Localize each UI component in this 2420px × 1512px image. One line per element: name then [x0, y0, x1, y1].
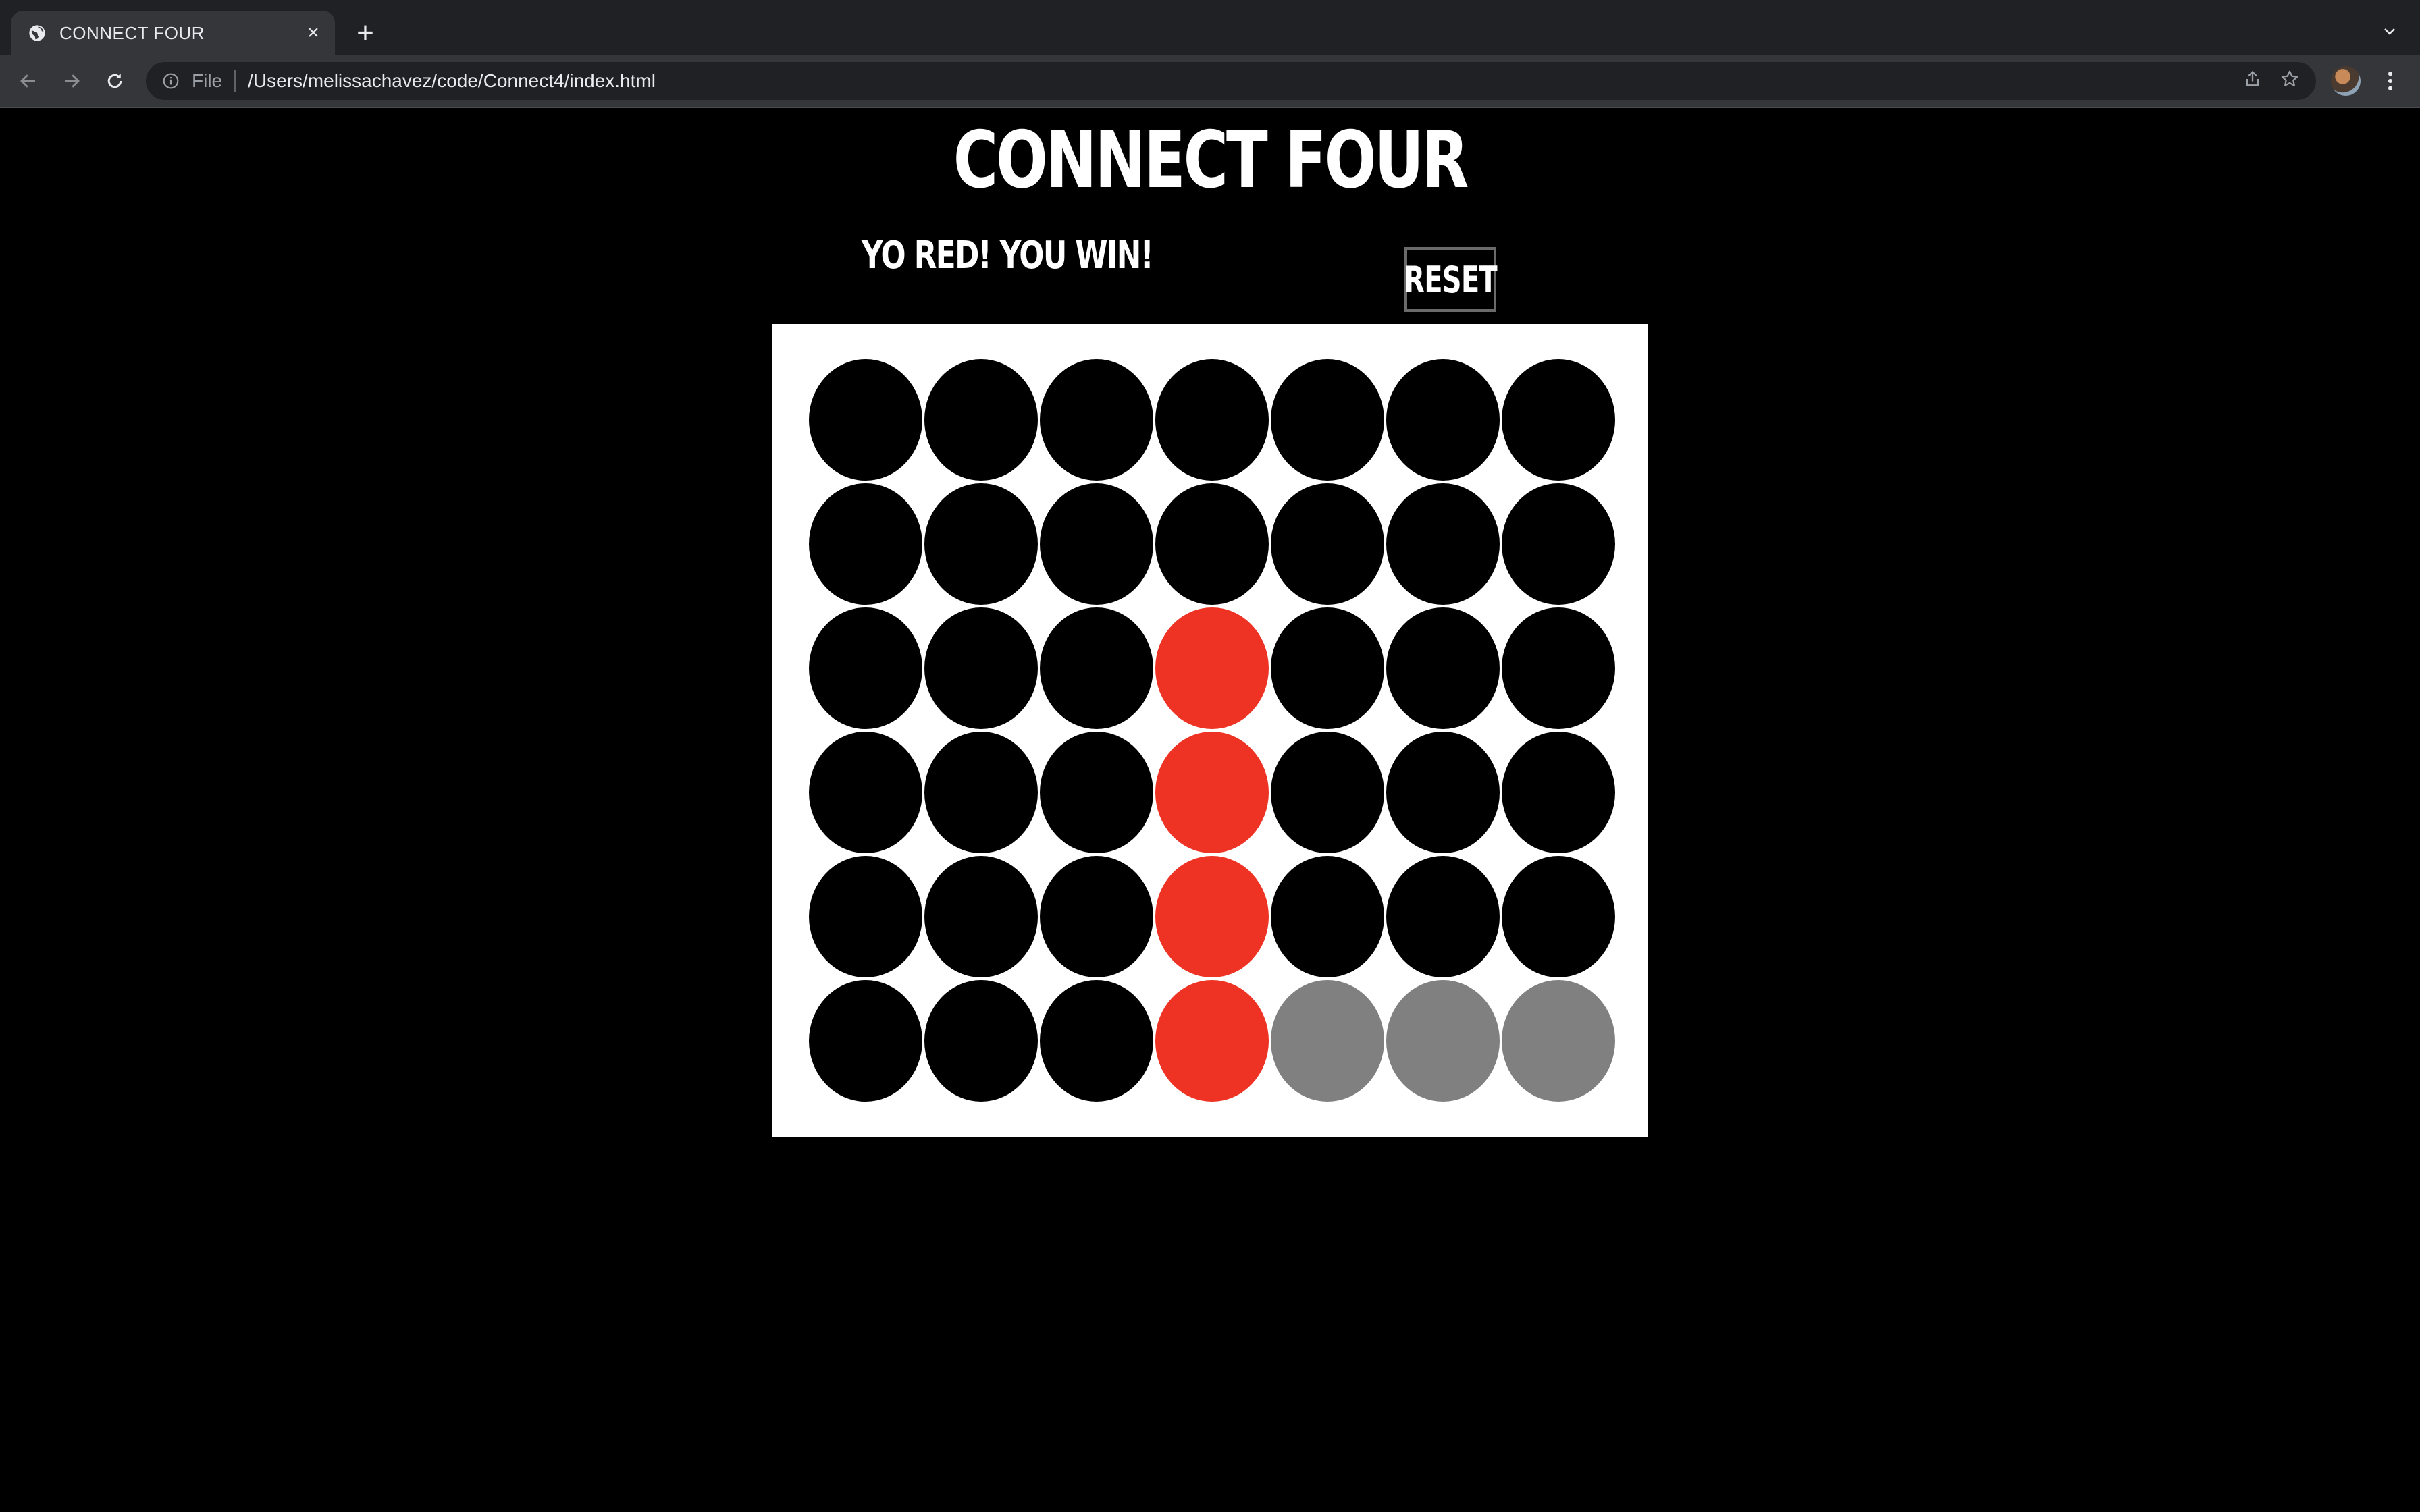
board-cell-empty[interactable] [1501, 359, 1615, 481]
profile-avatar[interactable] [2331, 66, 2361, 96]
address-url[interactable]: /Users/melissachavez/code/Connect4/index… [248, 70, 656, 92]
board-cell-empty[interactable] [1039, 359, 1153, 481]
close-icon[interactable]: × [300, 20, 327, 47]
board-cell-empty[interactable] [1039, 980, 1153, 1102]
back-arrow-icon[interactable] [16, 69, 41, 93]
board-cell-empty[interactable] [924, 856, 1038, 977]
info-icon[interactable] [161, 71, 181, 91]
forward-arrow-icon[interactable] [59, 69, 84, 93]
board-cell-red[interactable] [1155, 980, 1269, 1102]
board-cell-empty[interactable] [924, 732, 1038, 853]
board-cell-empty[interactable] [924, 608, 1038, 729]
board-cell-empty[interactable] [808, 732, 922, 853]
board-cell-gray[interactable] [1270, 980, 1384, 1102]
board-cell-empty[interactable] [924, 980, 1038, 1102]
board-cell-empty[interactable] [808, 359, 922, 481]
board-cell-gray[interactable] [1386, 980, 1500, 1102]
page-title: CONNECT FOUR [953, 115, 1469, 206]
board-cell-empty[interactable] [1501, 856, 1615, 977]
board-cell-empty[interactable] [924, 359, 1038, 481]
board-cell-empty[interactable] [1270, 483, 1384, 605]
address-bar[interactable]: File /Users/melissachavez/code/Connect4/… [146, 62, 2316, 100]
board-cell-empty[interactable] [1039, 608, 1153, 729]
board-cell-empty[interactable] [1270, 359, 1384, 481]
board-cell-empty[interactable] [1270, 608, 1384, 729]
status-message: YO RED! YOU WIN! [862, 234, 1154, 277]
new-tab-button[interactable]: + [351, 18, 379, 48]
board-cell-red[interactable] [1155, 608, 1269, 729]
share-icon[interactable] [2243, 70, 2262, 93]
board-cell-empty[interactable] [1501, 608, 1615, 729]
globe-icon [27, 23, 47, 43]
board-cell-red[interactable] [1155, 732, 1269, 853]
board-cell-empty[interactable] [808, 608, 922, 729]
board-cell-empty[interactable] [1039, 483, 1153, 605]
board-cell-empty[interactable] [1270, 856, 1384, 977]
board-cell-empty[interactable] [1155, 483, 1269, 605]
star-icon[interactable] [2280, 69, 2300, 94]
page-content: CONNECT FOUR YO RED! YOU WIN! RESET [0, 108, 2420, 1512]
board-cell-empty[interactable] [1386, 608, 1500, 729]
reload-icon[interactable] [103, 69, 127, 93]
browser-tab[interactable]: CONNECT FOUR × [11, 11, 335, 55]
board-cell-empty[interactable] [1501, 732, 1615, 853]
board-cell-empty[interactable] [808, 483, 922, 605]
board-cell-empty[interactable] [1039, 732, 1153, 853]
browser-toolbar: File /Users/melissachavez/code/Connect4/… [0, 55, 2420, 108]
address-divider [234, 70, 236, 92]
board-cell-gray[interactable] [1501, 980, 1615, 1102]
chevron-down-icon[interactable] [2378, 20, 2401, 43]
kebab-menu-icon[interactable] [2378, 68, 2402, 94]
game-board [772, 324, 1648, 1137]
address-scheme: File [192, 70, 223, 91]
board-cell-empty[interactable] [1386, 359, 1500, 481]
board-cell-empty[interactable] [1386, 483, 1500, 605]
board-cell-empty[interactable] [1386, 732, 1500, 853]
board-cell-red[interactable] [1155, 856, 1269, 977]
tab-title: CONNECT FOUR [59, 22, 205, 43]
board-cell-empty[interactable] [1270, 732, 1384, 853]
board-cell-empty[interactable] [808, 980, 922, 1102]
reset-button[interactable]: RESET [1404, 247, 1498, 312]
reset-button-label: RESET [1404, 258, 1497, 301]
board-cell-empty[interactable] [1039, 856, 1153, 977]
board-cell-empty[interactable] [1501, 483, 1615, 605]
board-cell-empty[interactable] [808, 856, 922, 977]
board-cell-empty[interactable] [1386, 856, 1500, 977]
board-cell-empty[interactable] [924, 483, 1038, 605]
browser-tab-strip: CONNECT FOUR × + [0, 0, 2420, 55]
board-cell-empty[interactable] [1155, 359, 1269, 481]
board-grid [808, 359, 1616, 1104]
